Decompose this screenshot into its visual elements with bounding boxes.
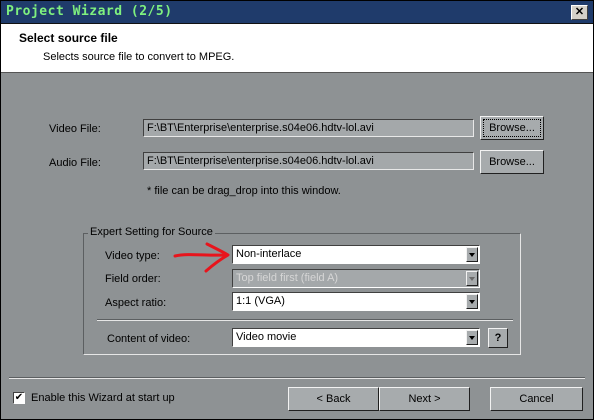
enable-wizard-label[interactable]: Enable this Wizard at start up xyxy=(31,392,175,404)
audio-browse-button[interactable]: Browse... xyxy=(480,150,544,174)
video-type-label: Video type: xyxy=(105,250,160,262)
aspect-ratio-select[interactable]: 1:1 (VGA) xyxy=(232,292,480,311)
aspect-ratio-label: Aspect ratio: xyxy=(105,297,167,309)
chevron-down-icon[interactable] xyxy=(466,247,478,262)
field-order-value: Top field first (field A) xyxy=(236,272,339,284)
chevron-down-icon xyxy=(466,271,478,286)
audio-file-label: Audio File: xyxy=(49,157,101,169)
content-of-video-label: Content of video: xyxy=(107,333,191,345)
video-browse-button[interactable]: Browse... xyxy=(480,116,544,140)
group-divider xyxy=(97,319,513,321)
video-type-select[interactable]: Non-interlace xyxy=(232,245,480,264)
expert-settings-legend: Expert Setting for Source xyxy=(88,226,215,238)
video-file-label-text: Video File: xyxy=(49,123,101,135)
video-type-value: Non-interlace xyxy=(236,248,302,260)
chevron-down-icon[interactable] xyxy=(466,294,478,309)
step-title: Select source file xyxy=(19,31,118,45)
field-order-label: Field order: xyxy=(105,273,161,285)
check-icon: ✔ xyxy=(14,392,24,403)
enable-wizard-checkbox[interactable]: ✔ xyxy=(13,392,25,404)
step-subtitle: Selects source file to convert to MPEG. xyxy=(43,51,235,63)
help-button[interactable]: ? xyxy=(488,328,508,348)
title-bar[interactable]: Project Wizard (2/5) ✕ xyxy=(1,1,593,24)
close-button[interactable]: ✕ xyxy=(571,5,588,20)
chevron-down-icon[interactable] xyxy=(466,330,478,345)
wizard-header: Select source file Selects source file t… xyxy=(1,24,593,73)
cancel-button[interactable]: Cancel xyxy=(490,387,583,411)
drag-drop-note: * file can be drag_drop into this window… xyxy=(147,185,341,197)
video-file-label: Video File: xyxy=(49,123,101,135)
footer-divider xyxy=(9,377,585,379)
aspect-ratio-value: 1:1 (VGA) xyxy=(236,295,285,307)
close-icon: ✕ xyxy=(574,6,585,18)
field-order-select: Top field first (field A) xyxy=(232,269,480,288)
window-title: Project Wizard (2/5) xyxy=(6,4,173,19)
content-of-video-select[interactable]: Video movie xyxy=(232,328,480,347)
back-button[interactable]: < Back xyxy=(288,387,379,411)
audio-file-label-text: Audio File: xyxy=(49,157,101,169)
annotation-arrow-icon xyxy=(173,242,230,273)
project-wizard-window: Project Wizard (2/5) ✕ Select source fil… xyxy=(0,0,594,420)
next-button[interactable]: Next > xyxy=(379,387,470,411)
audio-file-path: F:\BT\Enterprise\enterprise.s04e06.hdtv-… xyxy=(143,152,474,170)
content-of-video-value: Video movie xyxy=(236,331,297,343)
video-file-path: F:\BT\Enterprise\enterprise.s04e06.hdtv-… xyxy=(143,119,474,137)
